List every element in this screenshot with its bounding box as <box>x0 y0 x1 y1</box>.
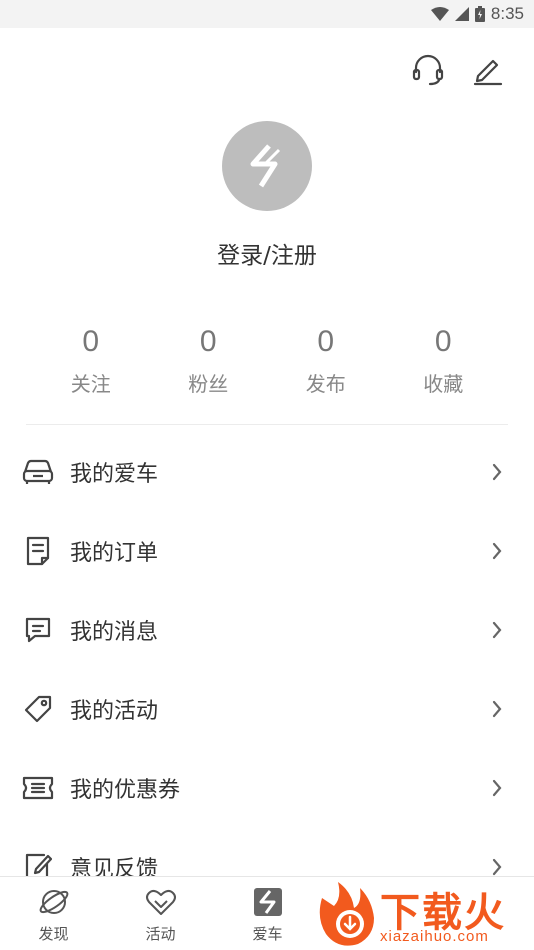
headset-icon <box>412 54 444 86</box>
stats-row: 0 关注 0 粉丝 0 发布 0 收藏 <box>32 322 502 397</box>
tab-my-car[interactable]: 爱车 <box>214 877 321 950</box>
stat-label: 收藏 <box>423 372 464 396</box>
wifi-icon <box>430 7 449 21</box>
heart-icon <box>144 885 178 919</box>
menu-item-label: 我的优惠券 <box>70 777 181 803</box>
brand-logo-icon <box>250 144 281 188</box>
watermark-url: xiazaihuo.com <box>380 928 489 945</box>
order-icon <box>22 535 54 567</box>
stat-label: 发布 <box>305 372 346 396</box>
tab-activities[interactable]: 活动 <box>107 877 214 950</box>
menu-list: 我的爱车 我的订单 我的消息 我的活动 我的优惠券 意见反馈 <box>0 432 534 906</box>
chevron-right-icon <box>492 463 502 480</box>
brand-logo-icon <box>251 885 285 919</box>
menu-item-label: 我的订单 <box>70 540 159 566</box>
stat-value: 0 <box>317 325 335 358</box>
watermark: 下载火 xiazaihuo.com <box>312 878 534 950</box>
avatar[interactable] <box>222 121 312 211</box>
stat-fans[interactable]: 0 粉丝 <box>150 322 268 397</box>
message-icon <box>22 614 54 646</box>
stat-label: 关注 <box>70 372 111 396</box>
flame-logo-icon <box>319 882 374 946</box>
planet-icon <box>37 885 71 919</box>
chevron-right-icon <box>492 542 502 559</box>
menu-item-my-activities[interactable]: 我的活动 <box>0 669 534 748</box>
tab-label: 爱车 <box>252 925 283 943</box>
stat-posts[interactable]: 0 发布 <box>267 322 385 397</box>
chevron-right-icon <box>492 779 502 796</box>
menu-item-my-orders[interactable]: 我的订单 <box>0 511 534 590</box>
stat-favorites[interactable]: 0 收藏 <box>385 322 503 397</box>
stat-value: 0 <box>434 325 452 358</box>
stat-label: 粉丝 <box>188 372 229 396</box>
menu-item-my-car[interactable]: 我的爱车 <box>0 432 534 511</box>
battery-icon <box>474 6 485 22</box>
login-register-link[interactable]: 登录/注册 <box>0 236 534 270</box>
status-icons: 8:35 <box>430 4 524 24</box>
menu-item-my-messages[interactable]: 我的消息 <box>0 590 534 669</box>
menu-item-my-coupons[interactable]: 我的优惠券 <box>0 748 534 827</box>
tab-label: 发现 <box>38 925 69 943</box>
tab-discover[interactable]: 发现 <box>0 877 107 950</box>
status-time: 8:35 <box>490 4 524 23</box>
customer-service-button[interactable] <box>410 52 446 88</box>
menu-item-label: 我的消息 <box>70 619 159 645</box>
menu-item-label: 我的活动 <box>70 698 159 724</box>
chevron-right-icon <box>492 700 502 717</box>
tag-icon <box>22 693 54 725</box>
stat-value: 0 <box>82 325 100 358</box>
chevron-right-icon <box>492 621 502 638</box>
edit-icon <box>473 59 503 86</box>
status-bar: 8:35 <box>0 0 534 28</box>
chevron-right-icon <box>492 858 502 875</box>
coupon-icon <box>22 772 54 804</box>
stat-follow[interactable]: 0 关注 <box>32 322 150 397</box>
stat-value: 0 <box>199 325 217 358</box>
header-actions <box>410 52 506 88</box>
car-icon <box>22 456 54 488</box>
signal-icon <box>454 7 469 21</box>
edit-button[interactable] <box>470 52 506 88</box>
divider <box>26 424 508 425</box>
menu-item-label: 我的爱车 <box>70 461 159 487</box>
tab-label: 活动 <box>145 925 176 943</box>
